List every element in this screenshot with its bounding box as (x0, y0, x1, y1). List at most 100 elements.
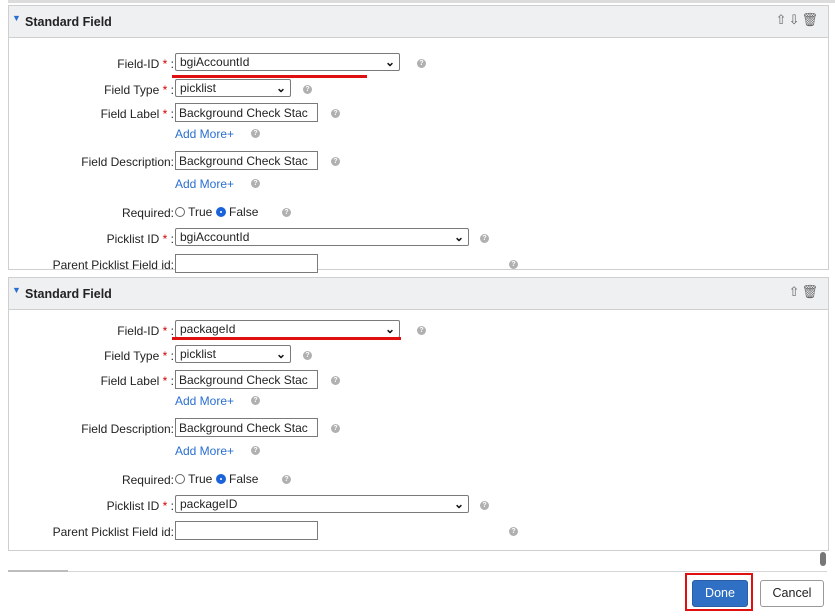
parent-picklist-label: Parent Picklist Field id: (52, 525, 174, 539)
required-label: Required: (121, 473, 174, 487)
help-icon[interactable]: ? (331, 424, 340, 433)
help-icon[interactable]: ? (331, 157, 340, 166)
parent-picklist-input[interactable] (175, 254, 318, 273)
radio-false[interactable] (215, 474, 226, 484)
standard-field-section-2: ▼ Standard Field ⇧🗑 Field-ID * : package… (8, 277, 829, 551)
field-description-label: Field Description: (81, 155, 174, 169)
help-icon[interactable]: ? (282, 208, 291, 217)
field-id-select[interactable]: packageId ⌄ (175, 320, 400, 338)
highlight-underline (172, 337, 401, 340)
help-icon[interactable]: ? (480, 234, 489, 243)
field-label-input[interactable]: Background Check Stac (175, 370, 318, 389)
move-down-icon[interactable]: ⇩ (789, 12, 802, 27)
chevron-down-icon: ⌄ (453, 497, 464, 511)
add-more-link[interactable]: Add More+ (175, 394, 234, 408)
collapse-triangle-icon[interactable]: ▼ (12, 285, 21, 295)
field-type-label: Field Type (104, 349, 160, 363)
add-more-link[interactable]: Add More+ (175, 177, 234, 191)
scrollbar-thumb[interactable] (820, 552, 826, 566)
help-icon[interactable]: ? (251, 446, 260, 455)
move-up-icon[interactable]: ⇧ (776, 12, 789, 27)
radio-true-label[interactable]: True (188, 472, 212, 486)
help-icon[interactable]: ? (509, 527, 518, 536)
picklist-id-label: Picklist ID (106, 232, 160, 246)
help-icon[interactable]: ? (509, 260, 518, 269)
required-label: Required: (121, 206, 174, 220)
field-type-label: Field Type (104, 83, 160, 97)
delete-icon[interactable]: 🗑 (801, 12, 820, 27)
chevron-down-icon: ⌄ (275, 81, 286, 95)
picklist-id-select[interactable]: bgiAccountId ⌄ (175, 228, 469, 246)
field-label-label: Field Label (100, 374, 160, 388)
help-icon[interactable]: ? (251, 179, 260, 188)
required-marker: * (162, 57, 168, 71)
field-type-select[interactable]: picklist ⌄ (175, 345, 291, 363)
radio-false[interactable] (215, 207, 226, 217)
required-radio-group: True False (175, 205, 258, 219)
highlight-underline (172, 75, 367, 78)
field-label-label: Field Label (100, 107, 160, 121)
chevron-down-icon: ⌄ (384, 55, 395, 69)
field-id-label: Field-ID (117, 324, 160, 338)
delete-icon[interactable]: 🗑 (801, 284, 820, 299)
picklist-id-row: Picklist ID * : packageID ⌄ ? (9, 495, 828, 517)
footer-divider-accent (8, 570, 68, 572)
field-id-row: Field-ID * : bgiAccountId ⌄ ? (9, 53, 828, 75)
radio-true[interactable] (175, 474, 185, 484)
field-type-select[interactable]: picklist ⌄ (175, 79, 291, 97)
chevron-down-icon: ⌄ (275, 347, 286, 361)
field-id-row: Field-ID * : packageId ⌄ ? (9, 320, 828, 342)
add-more-link[interactable]: Add More+ (175, 444, 234, 458)
field-id-label: Field-ID (117, 57, 160, 71)
field-type-row: Field Type * : picklist ⌄ ? (9, 345, 828, 367)
section-title: Standard Field (25, 15, 112, 29)
help-icon[interactable]: ? (417, 59, 426, 68)
cancel-button[interactable]: Cancel (760, 580, 824, 607)
collapse-triangle-icon[interactable]: ▼ (12, 13, 21, 23)
done-button[interactable]: Done (692, 580, 748, 607)
field-description-input[interactable]: Background Check Stac (175, 418, 318, 437)
section-header[interactable]: ▼ Standard Field ⇧⇩🗑 (9, 5, 828, 38)
picklist-id-row: Picklist ID * : bgiAccountId ⌄ ? (9, 228, 828, 250)
field-description-label: Field Description: (81, 422, 174, 436)
parent-picklist-input[interactable] (175, 521, 318, 540)
field-description-row: Field Description: Background Check Stac… (9, 151, 828, 173)
radio-true-label[interactable]: True (188, 205, 212, 219)
add-more-link[interactable]: Add More+ (175, 127, 234, 141)
field-id-select[interactable]: bgiAccountId ⌄ (175, 53, 400, 71)
help-icon[interactable]: ? (331, 376, 340, 385)
chevron-down-icon: ⌄ (453, 230, 464, 244)
radio-true[interactable] (175, 207, 185, 217)
help-icon[interactable]: ? (303, 351, 312, 360)
required-row: Required: True False ? (9, 469, 828, 491)
top-divider (8, 0, 835, 3)
help-icon[interactable]: ? (251, 129, 260, 138)
section-header[interactable]: ▼ Standard Field ⇧🗑 (9, 277, 828, 310)
field-description-input[interactable]: Background Check Stac (175, 151, 318, 170)
chevron-down-icon: ⌄ (384, 322, 395, 336)
help-icon[interactable]: ? (480, 501, 489, 510)
section-title: Standard Field (25, 287, 112, 301)
picklist-id-label: Picklist ID (106, 499, 160, 513)
help-icon[interactable]: ? (331, 109, 340, 118)
parent-picklist-row: Parent Picklist Field id: ? (9, 254, 828, 276)
radio-false-label[interactable]: False (229, 205, 258, 219)
picklist-id-select[interactable]: packageID ⌄ (175, 495, 469, 513)
field-label-row: Field Label * : Background Check Stac ? (9, 370, 828, 392)
field-label-input[interactable]: Background Check Stac (175, 103, 318, 122)
parent-picklist-row: Parent Picklist Field id: ? (9, 521, 828, 543)
standard-field-section-1: ▼ Standard Field ⇧⇩🗑 Field-ID * : bgiAcc… (8, 5, 829, 273)
move-up-icon[interactable]: ⇧ (789, 284, 802, 299)
required-radio-group: True False (175, 472, 258, 486)
footer-divider (8, 571, 827, 572)
help-icon[interactable]: ? (282, 475, 291, 484)
radio-false-label[interactable]: False (229, 472, 258, 486)
field-description-row: Field Description: Background Check Stac… (9, 418, 828, 440)
help-icon[interactable]: ? (417, 326, 426, 335)
field-label-row: Field Label * : Background Check Stac ? (9, 103, 828, 125)
field-type-row: Field Type * : picklist ⌄ ? (9, 79, 828, 101)
required-row: Required: True False ? (9, 202, 828, 224)
help-icon[interactable]: ? (251, 396, 260, 405)
parent-picklist-label: Parent Picklist Field id: (52, 258, 174, 272)
help-icon[interactable]: ? (303, 85, 312, 94)
